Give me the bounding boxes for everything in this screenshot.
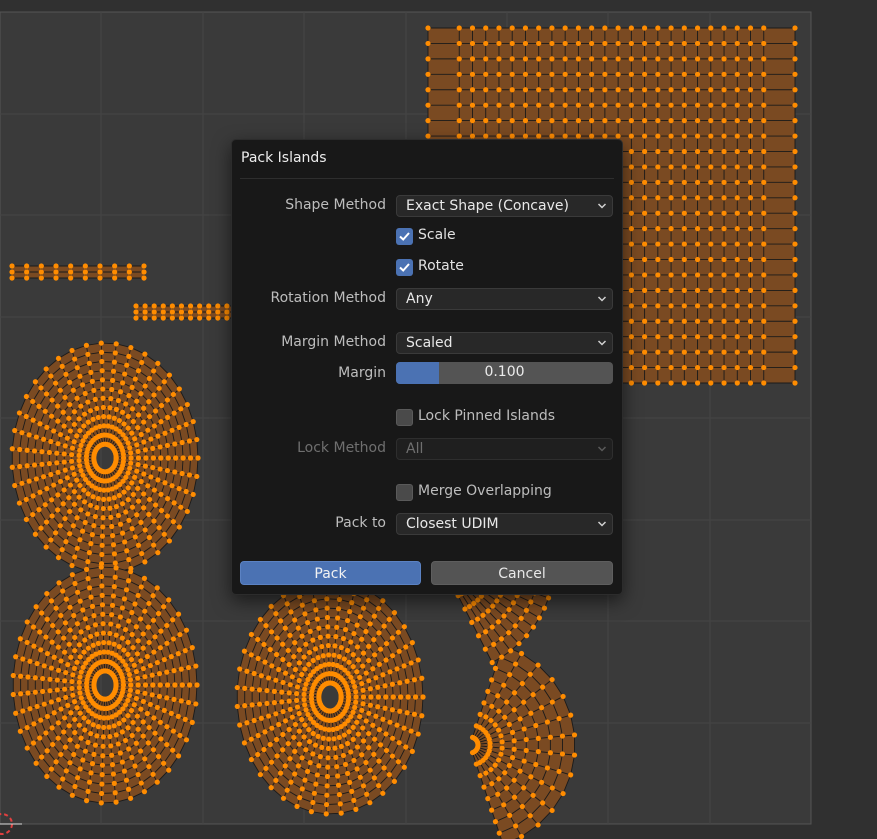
- rotate-checkbox[interactable]: [396, 259, 413, 276]
- chevron-down-icon: [597, 203, 607, 209]
- rotation-method-value: Any: [406, 291, 433, 307]
- dialog-separator: [240, 178, 614, 179]
- lock-pinned-label: Lock Pinned Islands: [418, 408, 556, 424]
- lock-pinned-checkbox[interactable]: [396, 409, 413, 426]
- lock-method-value: All: [406, 441, 424, 457]
- margin-slider[interactable]: 0.100: [396, 362, 613, 384]
- pack-to-label: Pack to: [335, 515, 386, 531]
- margin-value: 0.100: [484, 364, 525, 380]
- chevron-down-icon: [597, 340, 607, 346]
- scale-checkbox[interactable]: [396, 228, 413, 245]
- margin-method-dropdown[interactable]: Scaled: [396, 332, 613, 354]
- pack-button[interactable]: Pack: [240, 561, 421, 585]
- pack-button-label: Pack: [314, 566, 347, 582]
- cancel-button-label: Cancel: [498, 566, 546, 582]
- margin-label: Margin: [338, 365, 386, 381]
- shape-method-value: Exact Shape (Concave): [406, 198, 569, 214]
- margin-method-value: Scaled: [406, 335, 453, 351]
- margin-method-label: Margin Method: [281, 334, 386, 350]
- rotate-label: Rotate: [418, 258, 464, 274]
- shape-method-dropdown[interactable]: Exact Shape (Concave): [396, 195, 613, 217]
- pack-islands-dialog: Pack Islands Shape Method Exact Shape (C…: [231, 139, 623, 595]
- uv-island-strip-1[interactable]: [9, 263, 147, 281]
- chevron-down-icon: [597, 296, 607, 302]
- pack-to-value: Closest UDIM: [406, 516, 499, 532]
- pack-to-dropdown[interactable]: Closest UDIM: [396, 513, 613, 535]
- shape-method-label: Shape Method: [285, 197, 386, 213]
- uv-island-strip-2[interactable]: [133, 303, 239, 321]
- checkmark-icon: [399, 232, 410, 241]
- rotation-method-label: Rotation Method: [270, 290, 386, 306]
- chevron-down-icon: [597, 521, 607, 527]
- lock-method-label: Lock Method: [297, 440, 386, 456]
- rotation-method-dropdown[interactable]: Any: [396, 288, 613, 310]
- dialog-title: Pack Islands: [241, 150, 327, 166]
- chevron-down-icon: [597, 446, 607, 452]
- lock-method-dropdown: All: [396, 438, 613, 460]
- scale-label: Scale: [418, 227, 456, 243]
- merge-overlapping-checkbox[interactable]: [396, 484, 413, 501]
- merge-overlapping-label: Merge Overlapping: [418, 483, 552, 499]
- checkmark-icon: [399, 263, 410, 272]
- cancel-button[interactable]: Cancel: [431, 561, 613, 585]
